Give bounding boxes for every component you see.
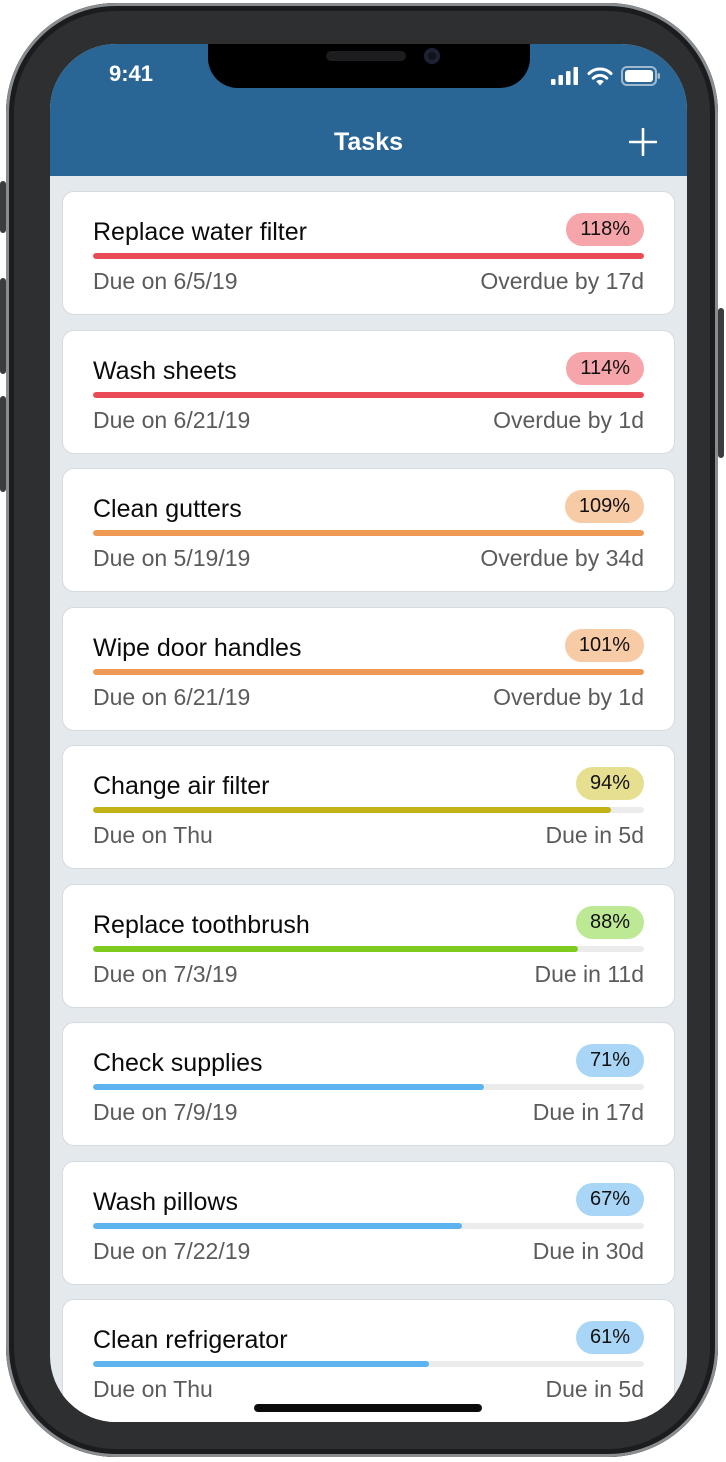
progress-fill <box>93 945 578 952</box>
progress-fill <box>93 807 611 813</box>
percent-badge: 61% <box>575 1321 644 1354</box>
due-status: Due in 30d <box>532 1237 644 1264</box>
wifi-icon <box>587 67 613 85</box>
task-card[interactable]: Wipe door handles 101% Due on 6/21/19 Overd… <box>62 606 675 731</box>
due-date: Due on 6/21/19 <box>93 406 251 433</box>
task-card[interactable]: Replace water filter 118% Due on 6/5/19 Ove… <box>62 191 675 315</box>
task-name: Change air filter <box>93 772 270 800</box>
due-status: Due in 5d <box>545 1376 644 1402</box>
task-card[interactable]: Check supplies 71% Due on 7/9/19 Due in 17d <box>62 1022 675 1146</box>
progress-fill <box>93 391 644 398</box>
task-card[interactable]: Wash sheets 114% Due on 6/21/19 Overdue by … <box>62 329 675 454</box>
percent-badge: 88% <box>575 905 644 939</box>
earpiece-speaker <box>326 51 406 61</box>
due-status: Due in 17d <box>532 1099 644 1125</box>
percent-badge: 101% <box>564 628 644 662</box>
due-date: Due on 7/9/19 <box>93 1099 238 1125</box>
volume-up-button <box>0 278 6 374</box>
percent-badge: 118% <box>566 213 644 246</box>
power-button <box>718 308 724 458</box>
task-name: Wash sheets <box>93 356 237 385</box>
add-task-button[interactable] <box>629 128 657 156</box>
phone-frame: 9:41 Tasks Replace water filter 118% Due… <box>0 3 724 1457</box>
progress-track <box>93 807 644 813</box>
task-name: Wash pillows <box>93 1187 238 1216</box>
due-date: Due on 5/19/19 <box>93 545 251 571</box>
home-indicator[interactable] <box>254 1404 482 1412</box>
progress-track <box>93 1361 644 1367</box>
front-camera <box>424 48 440 64</box>
volume-down-button <box>0 396 6 492</box>
task-name: Wipe door handles <box>93 633 302 662</box>
progress-fill <box>93 668 644 675</box>
plus-icon <box>629 128 657 156</box>
due-status: Overdue by 1d <box>493 406 644 433</box>
percent-badge: 109% <box>564 490 644 523</box>
progress-fill <box>93 253 644 259</box>
due-date: Due on 7/22/19 <box>93 1237 251 1264</box>
status-icons <box>551 66 661 86</box>
progress-fill <box>93 1222 463 1229</box>
cellular-signal-icon <box>551 67 578 85</box>
task-name: Clean gutters <box>93 495 242 523</box>
progress-track <box>93 391 644 398</box>
screen: 9:41 Tasks Replace water filter 118% Due… <box>50 44 687 1422</box>
status-time: 9:41 <box>109 61 154 86</box>
due-status: Overdue by 17d <box>480 268 644 294</box>
due-date: Due on 7/3/19 <box>93 960 238 987</box>
progress-track <box>93 1084 644 1090</box>
due-status: Overdue by 1d <box>493 683 644 710</box>
device-notch <box>208 44 530 88</box>
due-status: Due in 5d <box>545 822 644 848</box>
progress-track <box>93 253 644 259</box>
progress-fill <box>93 530 644 536</box>
progress-track <box>93 1222 644 1229</box>
percent-badge: 71% <box>575 1044 644 1077</box>
due-status: Overdue by 34d <box>480 545 644 571</box>
due-date: Due on Thu <box>93 1376 213 1402</box>
progress-track <box>93 668 644 675</box>
due-date: Due on 6/21/19 <box>93 683 251 710</box>
page-title: Tasks <box>333 128 404 156</box>
mute-switch <box>0 181 6 233</box>
progress-track <box>93 945 644 952</box>
percent-badge: 67% <box>575 1182 644 1216</box>
progress-fill <box>93 1084 485 1090</box>
due-status: Due in 11d <box>534 960 644 987</box>
task-card[interactable]: Change air filter 94% Due on Thu Due in 5d <box>62 745 675 869</box>
progress-track <box>93 530 644 536</box>
due-date: Due on Thu <box>93 822 213 848</box>
battery-icon <box>621 66 660 86</box>
task-card[interactable]: Wash pillows 67% Due on 7/22/19 Due in 30d <box>62 1160 675 1285</box>
percent-badge: 94% <box>575 767 644 800</box>
task-card[interactable]: Clean gutters 109% Due on 5/19/19 Overdue b… <box>62 468 675 592</box>
task-name: Replace water filter <box>93 218 307 246</box>
due-date: Due on 6/5/19 <box>93 268 238 294</box>
task-name: Check supplies <box>93 1049 263 1077</box>
task-name: Clean refrigerator <box>93 1326 288 1354</box>
task-card[interactable]: Replace toothbrush 88% Due on 7/3/19 Due in… <box>62 883 675 1008</box>
task-name: Replace toothbrush <box>93 910 310 939</box>
percent-badge: 114% <box>566 351 644 385</box>
progress-fill <box>93 1361 430 1367</box>
